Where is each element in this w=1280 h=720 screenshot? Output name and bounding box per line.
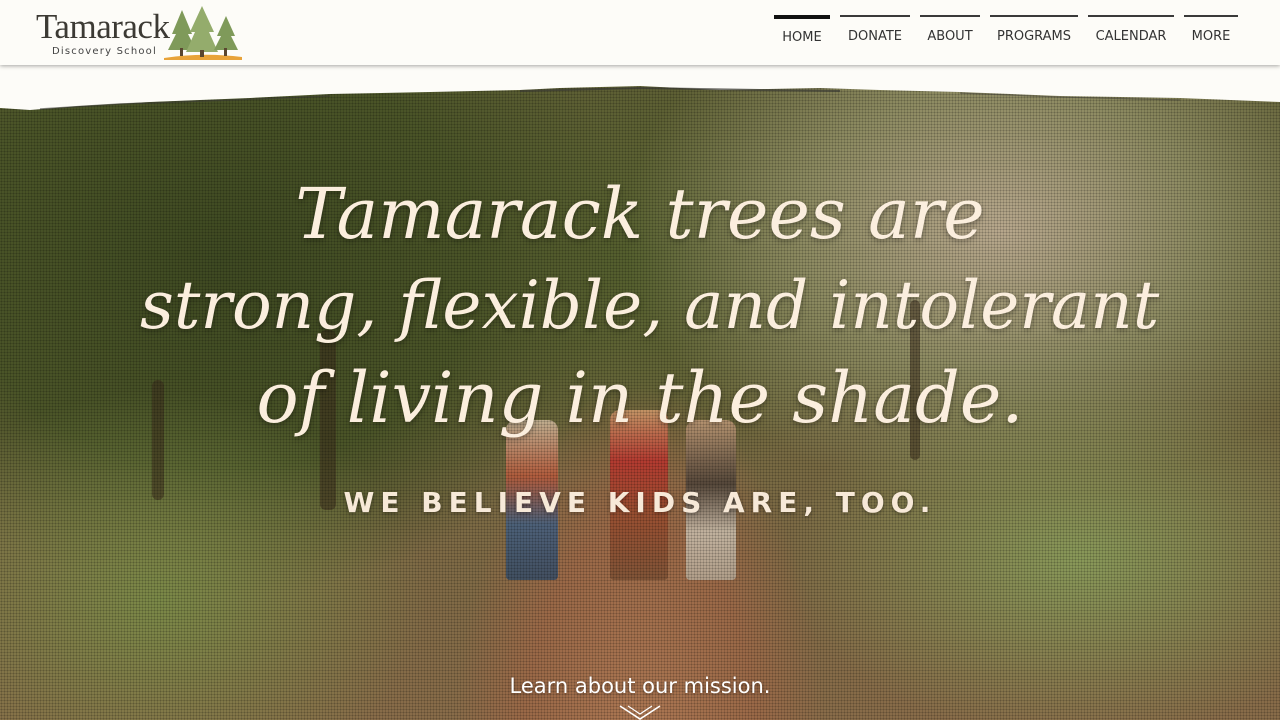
headline-line: of living in the shade. bbox=[256, 357, 1024, 439]
logo-wordmark: Tamarack bbox=[36, 7, 170, 46]
main-navigation: HOME DONATE ABOUT PROGRAMS CALENDAR MORE bbox=[774, 15, 1238, 55]
nav-item-about[interactable]: ABOUT bbox=[920, 15, 980, 55]
headline-line: Tamarack trees are bbox=[295, 173, 985, 255]
headline-line: strong, flexible, and intolerant bbox=[140, 267, 1160, 344]
nav-item-calendar[interactable]: CALENDAR bbox=[1088, 15, 1174, 55]
site-header: Tamarack Discovery School HOME DONATE AB… bbox=[0, 0, 1280, 65]
tamarack-trees-icon bbox=[164, 6, 242, 60]
brush-stroke-divider bbox=[0, 60, 1280, 110]
nav-item-more[interactable]: MORE bbox=[1184, 15, 1238, 55]
chevron-down-icon[interactable] bbox=[618, 704, 662, 720]
nav-item-donate[interactable]: DONATE bbox=[840, 15, 910, 55]
nav-item-programs[interactable]: PROGRAMS bbox=[990, 15, 1078, 55]
site-logo[interactable]: Tamarack Discovery School bbox=[34, 4, 244, 62]
hero-headline: Tamarack trees are strong, flexible, and… bbox=[140, 168, 1160, 444]
logo-subtitle: Discovery School bbox=[52, 46, 157, 57]
nav-item-home[interactable]: HOME bbox=[774, 15, 830, 55]
mission-link[interactable]: Learn about our mission. bbox=[440, 674, 840, 698]
hero-tagline: WE BELIEVE KIDS ARE, TOO. bbox=[343, 486, 937, 519]
